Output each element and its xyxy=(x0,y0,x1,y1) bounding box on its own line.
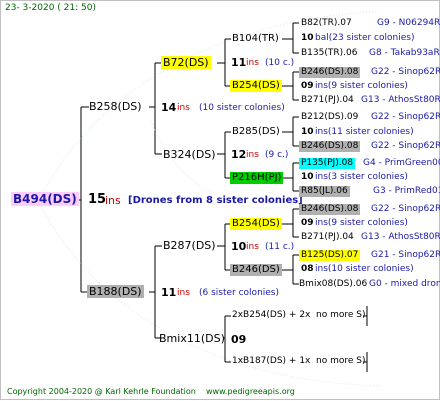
gen3-2-id: B285(DS) xyxy=(232,126,280,137)
gen3-3-id: P216H(PJ) xyxy=(230,172,284,184)
gen4-5-id: B271(PJ).04 xyxy=(301,95,354,105)
gen2-2-num: 10 xyxy=(231,240,247,253)
gen4-6-info: G22 - Sinop62R xyxy=(371,112,440,122)
gen4-9-id: P135(PJ).08 xyxy=(299,158,356,169)
gen4-14-info: G13 - AthosSt80R xyxy=(361,232,440,242)
gen4-14-id: B271(PJ).04 xyxy=(301,232,354,242)
gen4-2-info: G8 - Takab93aR xyxy=(369,48,440,58)
gen2-0-note: (10 c.) xyxy=(265,58,295,68)
gen2-0-unit: ins xyxy=(246,58,259,68)
gen4-16-id: 08 xyxy=(301,264,314,274)
gen2-1-num: 12 xyxy=(231,148,247,161)
gen4-1-sub: bal(23 sister colonies) xyxy=(315,33,415,43)
gen4-10-id: 10 xyxy=(301,172,314,182)
copyright-text: Copyright 2004-2020 @ Karl Kehrle Founda… xyxy=(7,387,196,396)
gen4-4-sub: ins(9 sister colonies) xyxy=(315,81,408,91)
gen2-0-id: B72(DS) xyxy=(161,56,211,69)
gen3-0-id: B104(TR) xyxy=(232,33,279,44)
gen1-1-id: B188(DS) xyxy=(87,285,144,298)
gen3-7-tail: no more S) xyxy=(316,356,366,366)
gen4-12-id: B246(DS).08 xyxy=(299,204,361,215)
root-unit: ins xyxy=(105,194,121,207)
gen1-1-note: (6 sister colonies) xyxy=(199,288,280,298)
gen4-17-info: G0 - mixed drone xyxy=(369,279,440,289)
gen2-3-id: Bmix11(DS) xyxy=(159,332,225,345)
date-stamp: 23- 3-2020 ( 21: 50) xyxy=(5,3,96,13)
gen1-0-note: (10 sister colonies) xyxy=(199,103,285,113)
root-num: 15 xyxy=(88,192,107,207)
gen2-1-note: (9 c.) xyxy=(265,150,289,160)
gen2-3-num: 09 xyxy=(231,333,247,346)
gen4-13-id: 09 xyxy=(301,218,314,228)
gen4-0-info: G9 - N06294R xyxy=(377,18,440,28)
gen2-0-num: 11 xyxy=(231,56,247,69)
gen4-3-id: B246(DS).08 xyxy=(299,67,361,78)
gen2-2-id: B287(DS) xyxy=(163,239,216,252)
gen4-15-info: G21 - Sinop62R xyxy=(371,250,440,260)
gen4-17-id: Bmix08(DS).06 xyxy=(299,279,368,289)
gen4-13-sub: ins(9 sister colonies) xyxy=(315,218,408,228)
gen3-1-id: B254(DS) xyxy=(230,80,282,92)
gen4-1-id: 10 xyxy=(301,33,314,43)
root-note: [Drones from 8 sister colonies] xyxy=(128,195,303,206)
gen4-8-info: G22 - Sinop62R xyxy=(371,141,440,151)
gen4-11-id: R85(JL).06 xyxy=(299,186,350,197)
site-link[interactable]: www.pedigreeapis.org xyxy=(206,388,295,396)
gen4-5-info: G13 - AthosSt80R xyxy=(361,95,440,105)
gen1-1-num: 11 xyxy=(161,286,177,299)
gen3-7-id: 1xB187(DS) + 1x xyxy=(232,356,311,366)
gen1-1-unit: ins xyxy=(177,288,190,298)
gen3-5-id: B246(DS) xyxy=(230,264,282,276)
gen4-10-sub: ins(3 sister colonies) xyxy=(315,172,408,182)
gen2-2-note: (11 c.) xyxy=(265,242,295,252)
gen4-0-id: B82(TR).07 xyxy=(301,18,352,28)
gen1-0-unit: ins xyxy=(177,103,190,113)
gen2-1-unit: ins xyxy=(246,150,259,160)
gen4-7-id: 10 xyxy=(301,127,314,137)
gen2-1-id: B324(DS) xyxy=(163,148,216,161)
gen4-2-id: B135(TR).06 xyxy=(301,48,358,58)
gen4-4-id: 09 xyxy=(301,81,314,91)
gen2-2-unit: ins xyxy=(246,242,259,252)
gen4-9-info: G4 - PrimGreen00 xyxy=(363,158,440,168)
gen4-3-info: G22 - Sinop62R xyxy=(371,67,440,77)
gen4-11-info: G3 - PrimRed01 xyxy=(373,186,440,196)
gen3-4-id: B254(DS) xyxy=(230,218,282,230)
root-id: B494(DS) xyxy=(11,192,79,206)
gen4-6-id: B212(DS).09 xyxy=(301,112,359,122)
gen4-12-info: G22 - Sinop62R xyxy=(371,204,440,214)
gen4-16-sub: ins(10 sister colonies) xyxy=(315,264,414,274)
gen3-6-id: 2xB254(DS) + 2x xyxy=(232,310,311,320)
gen4-7-sub: ins(11 sister colonies) xyxy=(315,127,414,137)
gen3-6-tail: no more S) xyxy=(316,310,366,320)
gen1-0-num: 14 xyxy=(161,101,177,114)
gen4-8-id: B246(DS).08 xyxy=(299,141,361,152)
gen4-15-id: B125(DS).07 xyxy=(299,250,361,261)
pedigree-frame: 23- 3-2020 ( 21: 50) B494(DS) 15 ins [Dr… xyxy=(0,0,440,400)
gen1-0-id: B258(DS) xyxy=(89,100,142,113)
